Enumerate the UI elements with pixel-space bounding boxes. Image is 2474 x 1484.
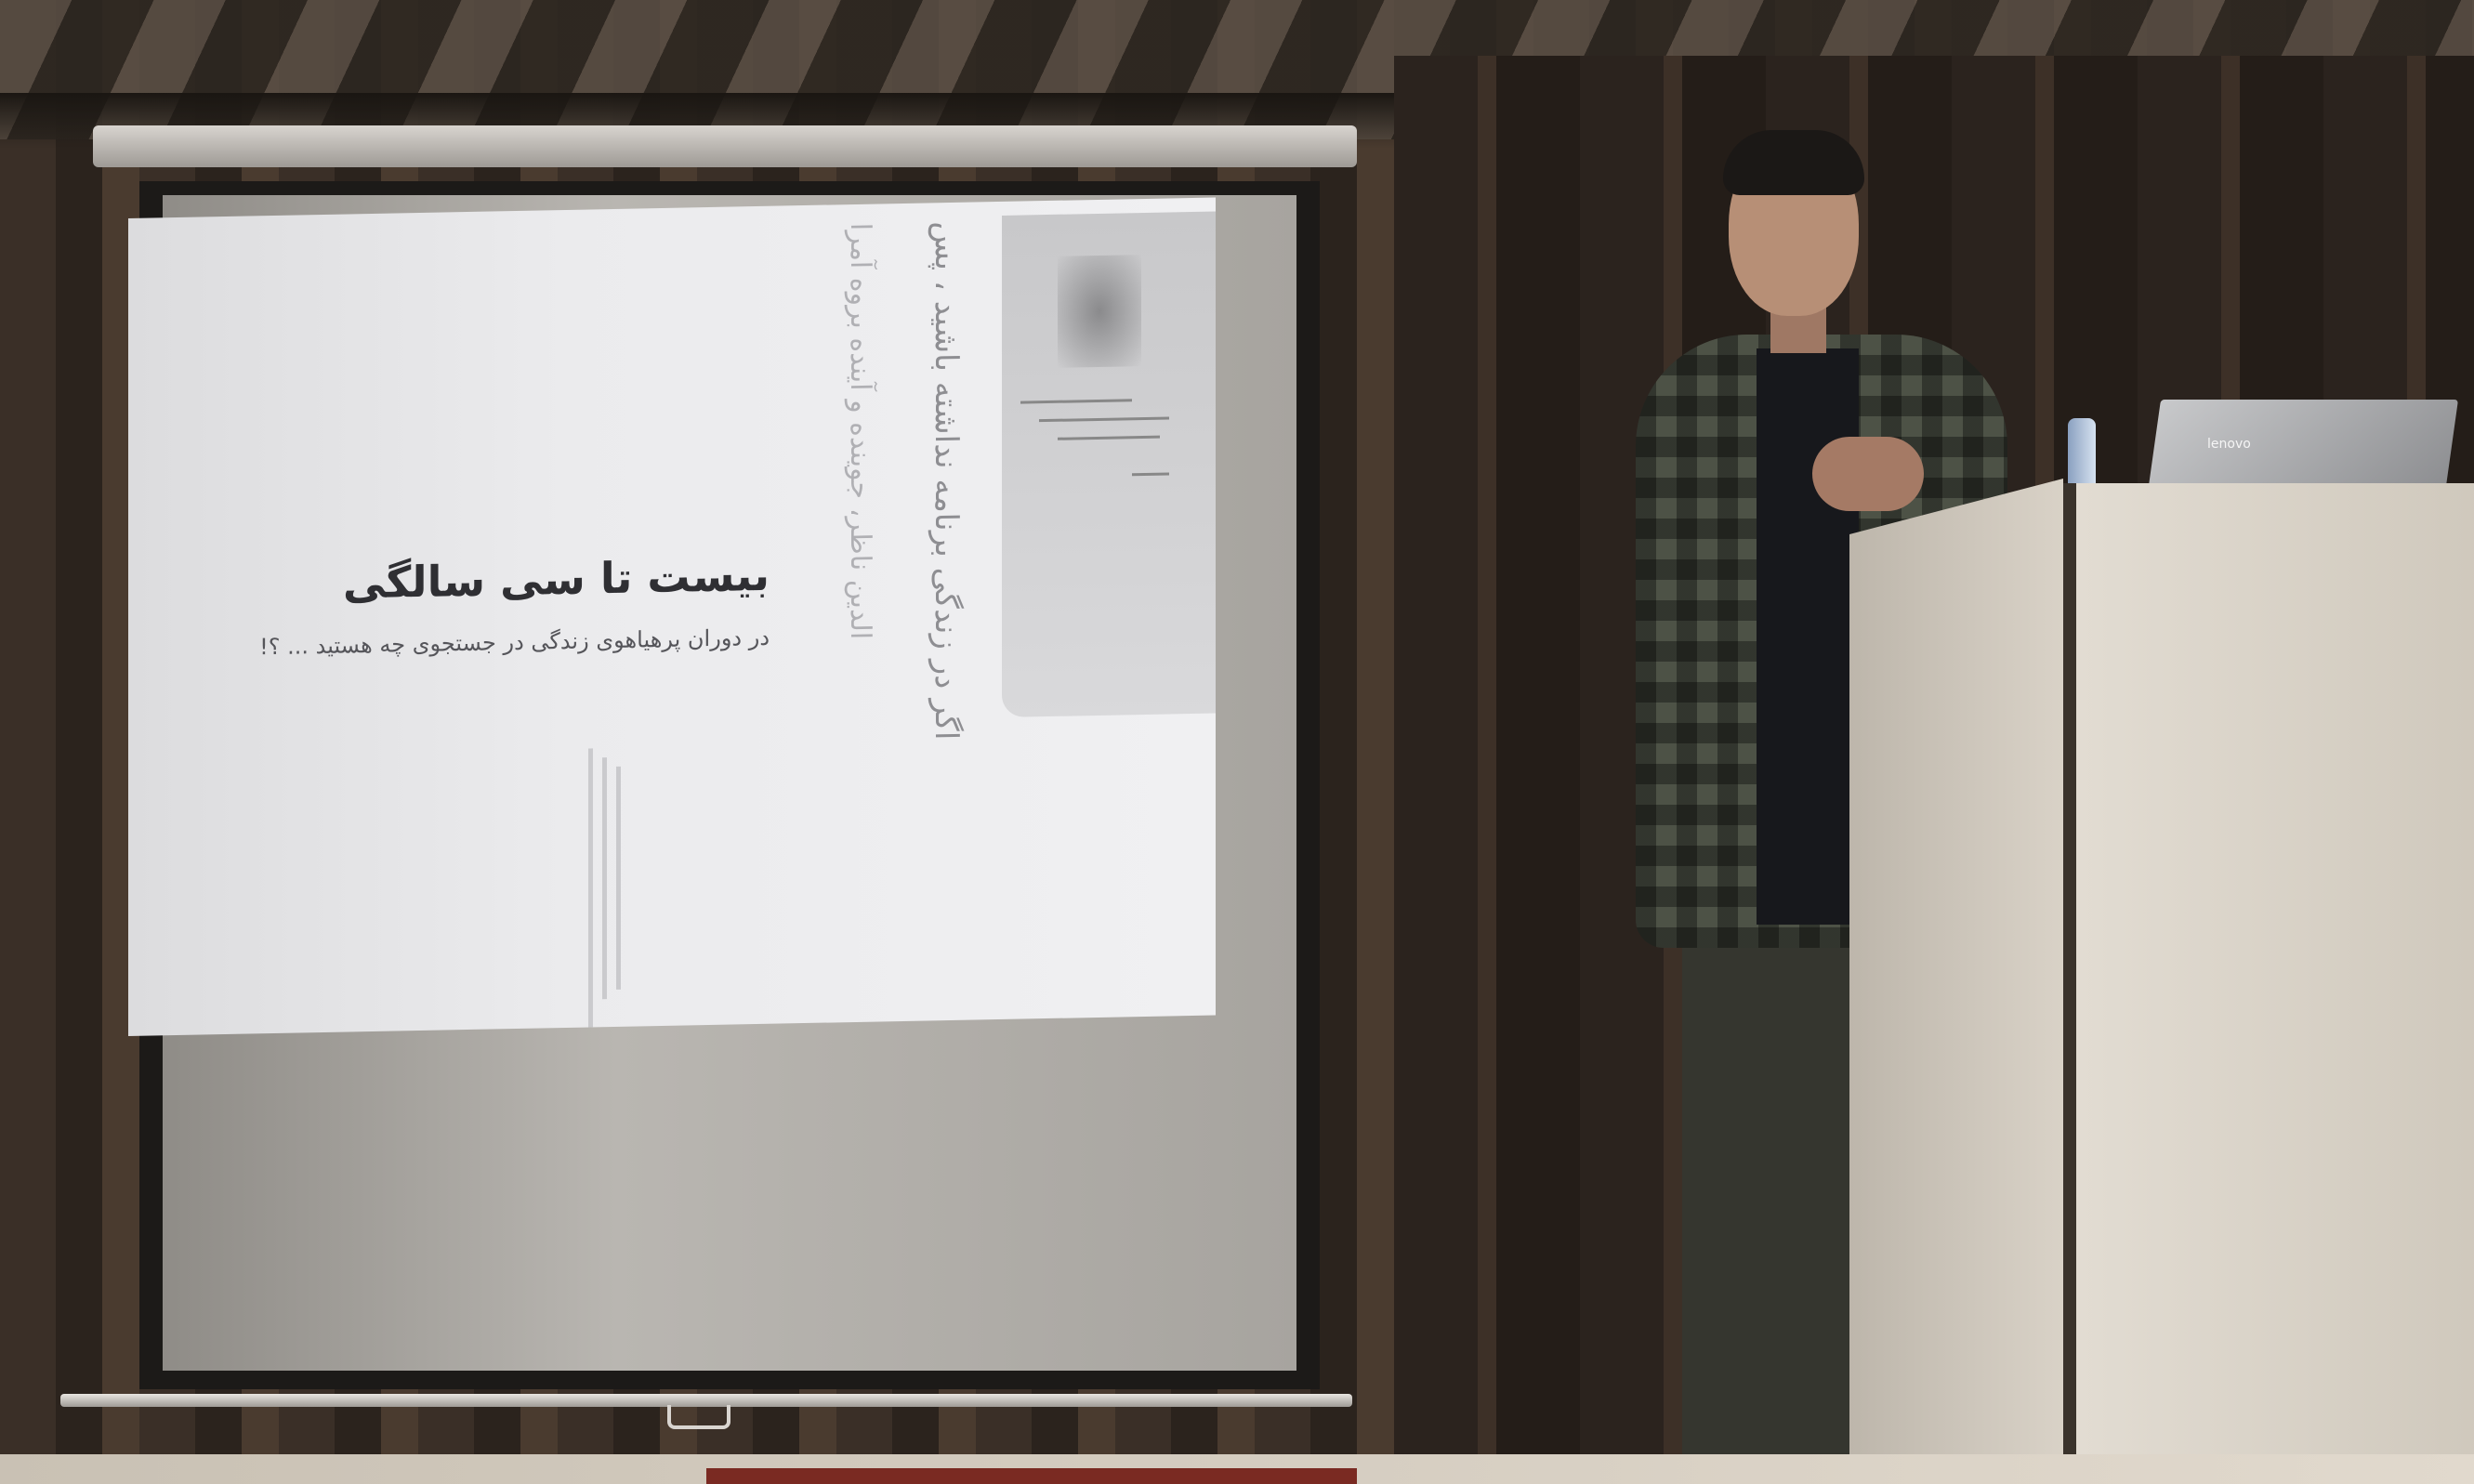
slide-faint-text-column: [616, 766, 621, 990]
presenter-hair: [1723, 130, 1864, 195]
photo-text-line: [1020, 399, 1132, 404]
photo-text-line: [1058, 435, 1160, 440]
water-bottle: [2068, 418, 2096, 488]
laptop: [2147, 400, 2459, 492]
photo-text-line: [1039, 416, 1169, 423]
podium-side: [1849, 479, 2063, 1484]
screen-pull-handle: [667, 1405, 730, 1429]
photo-text-line: [1132, 472, 1169, 477]
red-carpet: [706, 1468, 1357, 1484]
slide-vertical-text: الدین ناظر، جوینده و آینده بروه آمرا: [844, 222, 876, 640]
podium-front: [2063, 483, 2474, 1484]
slide-photo-shadow: [1058, 255, 1141, 368]
lecture-scene: اگر در زندگی برنامه نداشته باشید ، پس ال…: [0, 0, 2474, 1484]
presenter-hand: [1812, 437, 1924, 511]
slide-vertical-text: اگر در زندگی برنامه نداشته باشید ، پس: [928, 220, 965, 741]
projected-slide: اگر در زندگی برنامه نداشته باشید ، پس ال…: [128, 197, 1216, 1036]
slide-subtitle: در دوران پرهیاهوی زندگی در جستجوی چه هست…: [259, 624, 770, 661]
slide-title: بیست تا سی سالگی: [343, 549, 770, 609]
presenter-tshirt: [1757, 348, 1859, 925]
slide-faint-text-column: [588, 748, 593, 1028]
slide-faint-text-column: [602, 757, 607, 1000]
laptop-logo: lenovo: [2207, 437, 2251, 452]
projector-screen-housing: [93, 125, 1357, 167]
